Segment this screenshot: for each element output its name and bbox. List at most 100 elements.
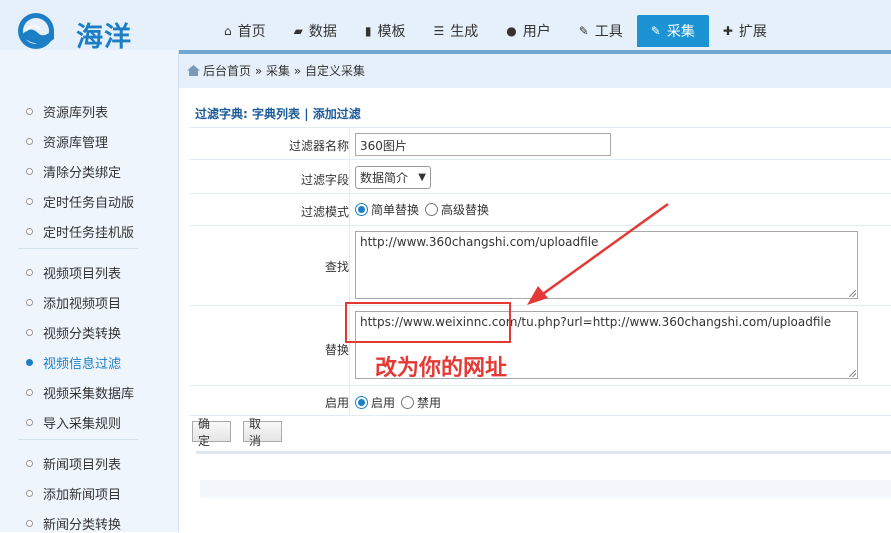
nav-data[interactable]: ▰ 数据 xyxy=(280,15,351,47)
replace-label: 替换 xyxy=(324,343,349,357)
sidebar-item-label: 资源库列表 xyxy=(43,105,109,121)
find-label: 查找 xyxy=(324,260,349,274)
logo[interactable]: 海洋 xyxy=(16,11,136,53)
find-text: http://www.360changshi.com/uploadfile xyxy=(360,235,599,249)
sidebar-item-video-add[interactable]: 添加视频项目 xyxy=(26,292,121,312)
sidebar-item-video-list[interactable]: 视频项目列表 xyxy=(26,262,121,282)
enable-off-label: 禁用 xyxy=(417,396,442,410)
sidebar-item-label: 定时任务自动版 xyxy=(43,195,135,211)
sidebar-item-label: 添加视频项目 xyxy=(43,296,122,312)
annotation-text: 改为你的网址 xyxy=(375,356,508,381)
find-cell: http://www.360changshi.com/uploadfile xyxy=(349,226,891,305)
bullet-icon xyxy=(26,137,33,145)
nav-label: 模板 xyxy=(377,24,406,40)
row-enable: 启用 启用 禁用 xyxy=(189,385,891,415)
bullet-icon xyxy=(26,227,33,235)
bullet-icon xyxy=(26,107,33,115)
file-icon: ▮ xyxy=(364,24,372,38)
resize-handle-icon[interactable] xyxy=(849,370,856,377)
filter-field-label: 过滤字段 xyxy=(300,173,349,187)
filter-name-label: 过滤器名称 xyxy=(288,139,349,153)
enable-off-radio[interactable] xyxy=(401,396,415,409)
form-title: 过滤字典: 字典列表 | 添加过滤 xyxy=(195,105,361,122)
filter-name-cell: 360图片 xyxy=(349,128,891,159)
filter-field-select[interactable]: 数据简介 ▼ xyxy=(355,166,431,189)
filter-mode-cell: 简单替换 高级替换 xyxy=(349,194,891,225)
row-filter-mode: 过滤模式 简单替换 高级替换 xyxy=(189,193,891,225)
bullet-icon xyxy=(26,268,33,276)
confirm-button[interactable]: 确定 xyxy=(192,417,231,448)
sidebar-item-label: 清除分类绑定 xyxy=(43,165,122,181)
filter-name-input[interactable]: 360图片 xyxy=(355,133,611,156)
sidebar-item-label: 视频分类转换 xyxy=(43,326,122,342)
filter-field-selected: 数据简介 xyxy=(360,171,409,185)
nav-collect[interactable]: ✎ 采集 xyxy=(636,15,709,47)
dict-list-link[interactable]: 字典列表 xyxy=(252,107,300,121)
sidebar-item-resource-list[interactable]: 资源库列表 xyxy=(26,101,108,121)
footer-divider xyxy=(196,451,891,454)
enable-on-radio[interactable] xyxy=(355,396,368,409)
resize-handle-icon[interactable] xyxy=(849,290,856,297)
nav-generate[interactable]: ☰ 生成 xyxy=(419,15,492,47)
wrench-icon: ✎ xyxy=(578,24,589,38)
sidebar-divider xyxy=(18,248,138,249)
sidebar-item-import-rules[interactable]: 导入采集规则 xyxy=(26,412,121,432)
breadcrumb-bar: 后台首页 » 采集 » 自定义采集 xyxy=(179,50,891,88)
bullet-icon xyxy=(26,328,33,336)
bullet-icon xyxy=(26,388,33,396)
find-textarea[interactable]: http://www.360changshi.com/uploadfile xyxy=(355,231,858,299)
sidebar-item-clear-binding[interactable]: 清除分类绑定 xyxy=(26,161,121,181)
nav-label: 生成 xyxy=(450,24,479,40)
sidebar-item-video-category[interactable]: 视频分类转换 xyxy=(26,322,121,342)
title-separator: | xyxy=(304,107,309,121)
nav-label: 工具 xyxy=(594,24,623,40)
mode-advanced-radio[interactable] xyxy=(425,203,439,216)
cancel-button[interactable]: 取消 xyxy=(243,417,282,448)
sidebar-divider xyxy=(18,439,138,440)
book-icon: ▰ xyxy=(293,24,303,38)
sidebar-item-video-filter[interactable]: 视频信息过滤 xyxy=(26,352,121,372)
sidebar-item-news-list[interactable]: 新闻项目列表 xyxy=(26,453,121,473)
breadcrumb-text[interactable]: 后台首页 » 采集 » 自定义采集 xyxy=(203,62,365,79)
user-icon: ● xyxy=(506,24,517,38)
sidebar-item-label: 导入采集规则 xyxy=(43,416,122,432)
nav-user[interactable]: ● 用户 xyxy=(492,15,564,47)
sidebar-item-cron-auto[interactable]: 定时任务自动版 xyxy=(26,191,134,211)
row-filter-name: 过滤器名称 360图片 xyxy=(189,127,891,159)
nav-home[interactable]: ⌂ 首页 xyxy=(210,15,280,47)
nav-extend[interactable]: ✚ 扩展 xyxy=(709,15,781,47)
sidebar-item-label: 资源库管理 xyxy=(43,135,109,151)
nav-template[interactable]: ▮ 模板 xyxy=(351,15,420,47)
mode-simple-label: 简单替换 xyxy=(371,203,420,217)
sidebar-item-label: 新闻项目列表 xyxy=(43,457,122,473)
sidebar-item-news-add[interactable]: 添加新闻项目 xyxy=(26,483,121,503)
nav-tools[interactable]: ✎ 工具 xyxy=(565,15,637,47)
mode-advanced-label: 高级替换 xyxy=(441,203,490,217)
mode-simple-radio[interactable] xyxy=(355,203,368,216)
sidebar-item-news-category[interactable]: 新闻分类转换 xyxy=(26,513,121,533)
row-replace: 替换 https://www.weixinnc.com/tu.php?url=h… xyxy=(189,305,891,385)
nav-label: 采集 xyxy=(666,24,695,40)
annotation-highlight-box xyxy=(345,302,511,343)
row-find: 查找 http://www.360changshi.com/uploadfile xyxy=(189,225,891,305)
enable-radios: 启用 禁用 xyxy=(355,394,447,411)
add-filter-link[interactable]: 添加过滤 xyxy=(313,107,361,121)
filter-field-cell: 数据简介 ▼ xyxy=(349,160,891,193)
logo-text: 海洋 xyxy=(76,22,132,53)
sidebar-item-label: 定时任务挂机版 xyxy=(43,225,135,241)
main-nav: ⌂ 首页 ▰ 数据 ▮ 模板 ☰ 生成 ● 用户 ✎ 工具 ✎ 采集 ✚ 扩展 xyxy=(210,15,781,50)
sidebar-item-cron-hang[interactable]: 定时任务挂机版 xyxy=(26,221,134,241)
nav-label: 首页 xyxy=(237,24,266,40)
nav-label: 用户 xyxy=(522,24,551,40)
sidebar-item-resource-manage[interactable]: 资源库管理 xyxy=(26,131,108,151)
bullet-icon xyxy=(26,358,33,366)
server-icon: ☰ xyxy=(433,24,445,38)
puzzle-icon: ✚ xyxy=(722,24,733,38)
title-prefix: 过滤字典: xyxy=(195,107,248,121)
bullet-icon xyxy=(26,519,33,527)
sidebar-item-label: 添加新闻项目 xyxy=(43,487,122,503)
sidebar-item-video-db[interactable]: 视频采集数据库 xyxy=(26,382,134,402)
nav-label: 数据 xyxy=(308,24,337,40)
bullet-icon xyxy=(26,418,33,426)
enable-cell: 启用 禁用 xyxy=(349,386,891,415)
